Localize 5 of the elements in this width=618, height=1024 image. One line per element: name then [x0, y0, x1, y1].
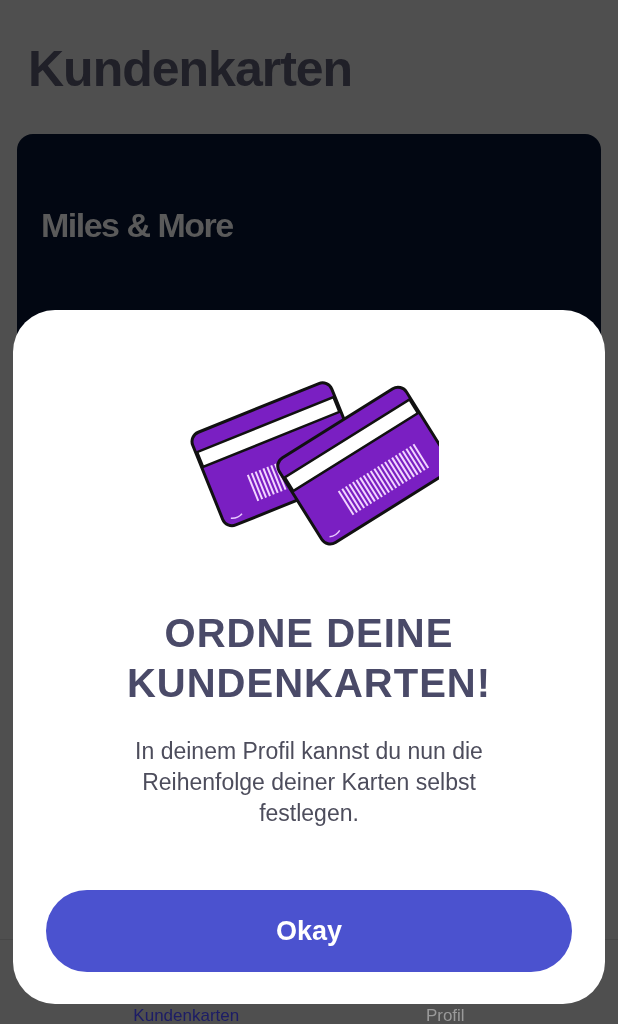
- tab[interactable]: Profil: [425, 1006, 465, 1024]
- card-name: Miles & More: [41, 206, 233, 245]
- okay-button[interactable]: Okay: [46, 890, 572, 972]
- dialog-heading: ORDNE DEINE KUNDENKARTEN!: [125, 610, 493, 707]
- dialog-text: In deinem Profil kannst du nun die Reihenfolge deiner Karten selbst festlegen.: [134, 737, 484, 828]
